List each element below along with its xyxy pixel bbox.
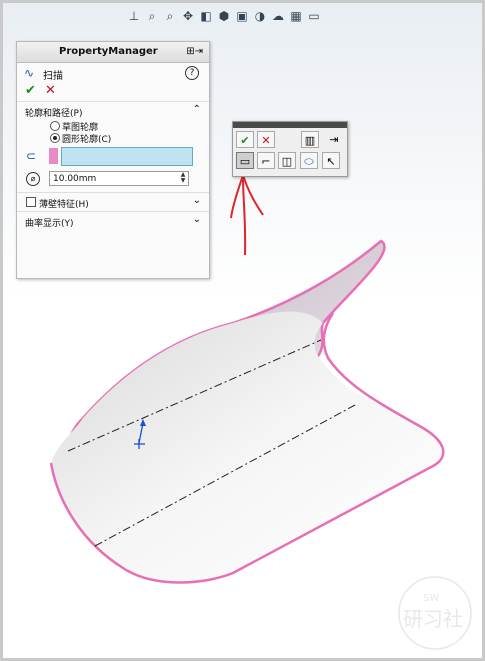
selection-color-swatch [49,148,58,164]
diameter-row: ⌀ 10.00mm ▲ ▼ [17,168,209,192]
section-profile-path-header[interactable]: 轮廓和路径(P) ⌃ [17,102,209,120]
svg-text:SW: SW [423,593,439,604]
face-icon[interactable]: ⬭ [300,152,318,169]
graphics-viewport[interactable]: ⊥ ⌕ ⌕ ✥ ◧ ⬢ ▣ ◑ ☁ ▦ ▭ SW 研习社 PropertyMan… [3,3,482,658]
path-icon: ⊂ [26,149,37,163]
thin-feature-checkbox[interactable] [26,197,36,207]
pm-header: PropertyManager ⊞⇥ [17,42,209,63]
section-label: 曲率显示(Y) [25,219,74,229]
ok-button[interactable]: ✔ [25,83,36,98]
model-bend-face[interactable] [51,311,444,583]
clear-selection-icon[interactable]: ▥ [301,131,319,148]
pm-action-buttons: ✔ ✕ [17,83,209,101]
region-icon[interactable]: ◫ [278,152,296,169]
popup-pin-icon[interactable]: ⇥ [325,131,343,148]
radio-button[interactable] [50,121,60,131]
cancel-button[interactable]: ✕ [45,83,56,98]
collapse-icon[interactable]: ⌃ [193,104,201,115]
closed-loop-icon[interactable]: ▭ [236,152,254,169]
path-selection-row: ⊂ [17,144,209,168]
feature-name: 扫描 [43,71,63,82]
feature-header: ∿ 扫描 ? [17,63,209,83]
pointer-icon[interactable]: ↖ [322,152,340,169]
watermark-logo: SW 研习社 [398,576,472,650]
section-curvature-display: 曲率显示(Y) ⌄ [17,211,209,230]
open-loop-icon[interactable]: ⌐ [257,152,275,169]
sweep-icon: ∿ [24,66,35,80]
radio-sketch-profile[interactable]: 草图轮廓 [17,120,209,133]
pin-icon[interactable]: ⊞⇥ [186,46,203,57]
section-label: 轮廓和路径(P) [25,109,83,119]
section-profile-path: 轮廓和路径(P) ⌃ 草图轮廓 圆形轮廓(C) ⊂ ⌀ 10.00mm ▲ ▼ [17,101,209,192]
property-manager-panel: PropertyManager ⊞⇥ ∿ 扫描 ? ✔ ✕ 轮廓和路径(P) ⌃ [16,41,210,279]
popup-cancel-button[interactable]: ✕ [257,131,275,148]
popup-row-filters: ▭ ⌐ ◫ ⬭ ↖ [233,150,347,172]
popup-row-actions: ✔ ✕ ▥ ⇥ [233,128,347,150]
radio-circular-profile[interactable]: 圆形轮廓(C) [17,132,209,145]
section-label: 薄壁特征(H) [39,200,89,210]
spin-stepper[interactable]: ▲ ▼ [177,172,189,185]
pm-title: PropertyManager [59,46,158,57]
application-frame: ⊥ ⌕ ⌕ ✥ ◧ ⬢ ▣ ◑ ☁ ▦ ▭ SW 研习社 PropertyMan… [0,0,485,661]
diameter-input[interactable]: 10.00mm [49,171,189,186]
svg-text:研习社: 研习社 [403,607,463,631]
help-icon[interactable]: ? [185,66,199,80]
section-thin-feature: 薄壁特征(H) ⌄ [17,192,209,211]
expand-icon[interactable]: ⌄ [193,195,201,206]
section-thin-feature-header[interactable]: 薄壁特征(H) ⌄ [17,193,209,211]
diameter-icon: ⌀ [26,172,40,186]
selection-popup-toolbar: ✔ ✕ ▥ ⇥ ▭ ⌐ ◫ ⬭ ↖ [232,121,348,177]
path-selection-box[interactable] [61,147,193,166]
radio-button-selected[interactable] [50,133,60,143]
popup-ok-button[interactable]: ✔ [236,131,254,148]
expand-icon[interactable]: ⌄ [193,214,201,225]
section-curvature-header[interactable]: 曲率显示(Y) ⌄ [17,212,209,230]
